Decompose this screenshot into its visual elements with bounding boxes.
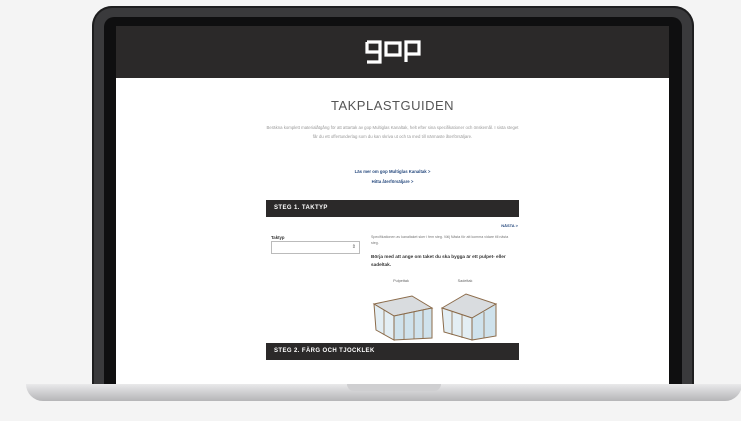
laptop-opening-notch bbox=[347, 384, 441, 391]
page-title: TAKPLASTGUIDEN bbox=[330, 98, 455, 113]
step1-header[interactable]: STEG 1. TAKTYP bbox=[266, 200, 519, 217]
select-arrow-icon: ⇕ bbox=[351, 244, 356, 250]
step-description: Specifikationen av kanaltaket sker i fem… bbox=[371, 235, 509, 245]
step-hint: Börja med att ange om taket du ska bygga… bbox=[371, 254, 506, 267]
roof-type-label: Taktyp bbox=[271, 235, 285, 240]
read-more-link[interactable]: Läs mer om gop Multiglas Kanaltak > bbox=[116, 169, 669, 174]
roof-option-label-pulpet: Pulpettak bbox=[393, 279, 409, 283]
next-link[interactable]: NÄSTA > bbox=[486, 223, 518, 228]
site-header bbox=[116, 26, 669, 78]
step2-header[interactable]: STEG 2. FÄRG OCH TJOCKLEK bbox=[266, 343, 519, 360]
roof-option-label-sadel: Sadeltak bbox=[457, 279, 473, 283]
lean-to-roof-image[interactable] bbox=[372, 290, 434, 342]
browser-viewport: TAKPLASTGUIDEN Beräkna komplett material… bbox=[116, 26, 669, 392]
intro-text: Beräkna komplett materialåtgång för att … bbox=[266, 125, 519, 139]
gable-roof-image[interactable] bbox=[438, 290, 500, 342]
find-dealer-link[interactable]: Hitta återförsäljare > bbox=[116, 179, 669, 184]
roof-type-select[interactable]: ⇕ bbox=[271, 241, 360, 254]
gop-logo[interactable] bbox=[363, 36, 423, 68]
